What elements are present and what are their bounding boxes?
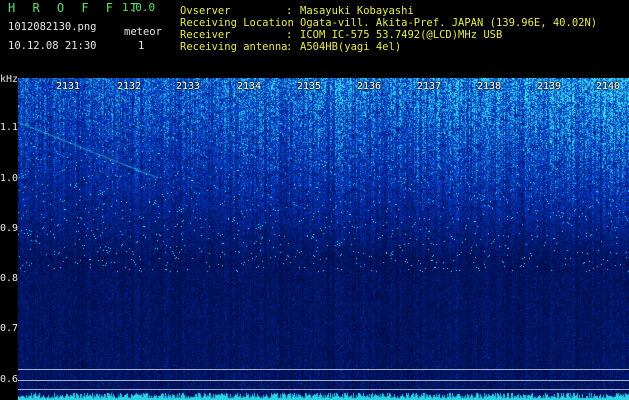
y-tick-label: 0.9	[0, 223, 19, 234]
reference-line	[18, 389, 629, 390]
meteor-label: meteor	[124, 26, 162, 38]
receiver-value: ICOM IC-575 53.7492(@LCD)MHz USB	[300, 29, 503, 41]
file-name: 1012082130.png	[8, 21, 97, 33]
y-tick-label: 1.1	[0, 122, 19, 133]
observer-label: Ovserver	[180, 5, 231, 17]
time-tick-label: 2139	[537, 81, 562, 92]
reference-line	[18, 380, 629, 381]
time-tick-label: 2138	[477, 81, 502, 92]
reference-line	[18, 369, 629, 370]
time-tick-label: 2137	[417, 81, 442, 92]
app-version: 1.0.0	[122, 1, 156, 14]
receiver-label: Receiver	[180, 29, 231, 41]
spectrogram-image	[18, 78, 629, 400]
antenna-value: A504HB(yagi 4el)	[300, 41, 402, 53]
location-label: Receiving Location	[180, 17, 294, 29]
spectrogram-plot	[18, 78, 629, 400]
meteor-count: 1	[138, 40, 145, 52]
antenna-label: Receiving antenna	[180, 41, 288, 53]
time-tick-label: 2133	[176, 81, 201, 92]
time-tick-label: 2135	[297, 81, 322, 92]
time-tick-label: 2132	[117, 81, 142, 92]
time-tick-label: 2134	[237, 81, 262, 92]
y-tick-label: 0.6	[0, 374, 19, 385]
time-tick-label: 2131	[56, 81, 81, 92]
time-tick-label: 2136	[357, 81, 382, 92]
location-value: Ogata-vill. Akita-Pref. JAPAN (139.96E, …	[300, 17, 598, 29]
header-panel: H R O F F T 1.0.0 1012082130.png 10.12.0…	[0, 0, 629, 78]
y-tick-label: 1.0	[0, 173, 19, 184]
frequency-unit-label: kHz	[0, 74, 19, 85]
time-tick-label: 2140	[596, 81, 621, 92]
location-colon: :	[286, 17, 293, 29]
observer-value: Masayuki Kobayashi	[300, 5, 414, 17]
file-datetime: 10.12.08 21:30	[8, 40, 97, 52]
antenna-colon: :	[286, 41, 293, 53]
y-tick-label: 0.8	[0, 273, 19, 284]
observer-colon: :	[286, 5, 293, 17]
frequency-axis: kHz 1.1 1.0 0.9 0.8 0.7 0.6	[0, 74, 19, 400]
y-tick-label: 0.7	[0, 323, 19, 334]
receiver-colon: :	[286, 29, 293, 41]
